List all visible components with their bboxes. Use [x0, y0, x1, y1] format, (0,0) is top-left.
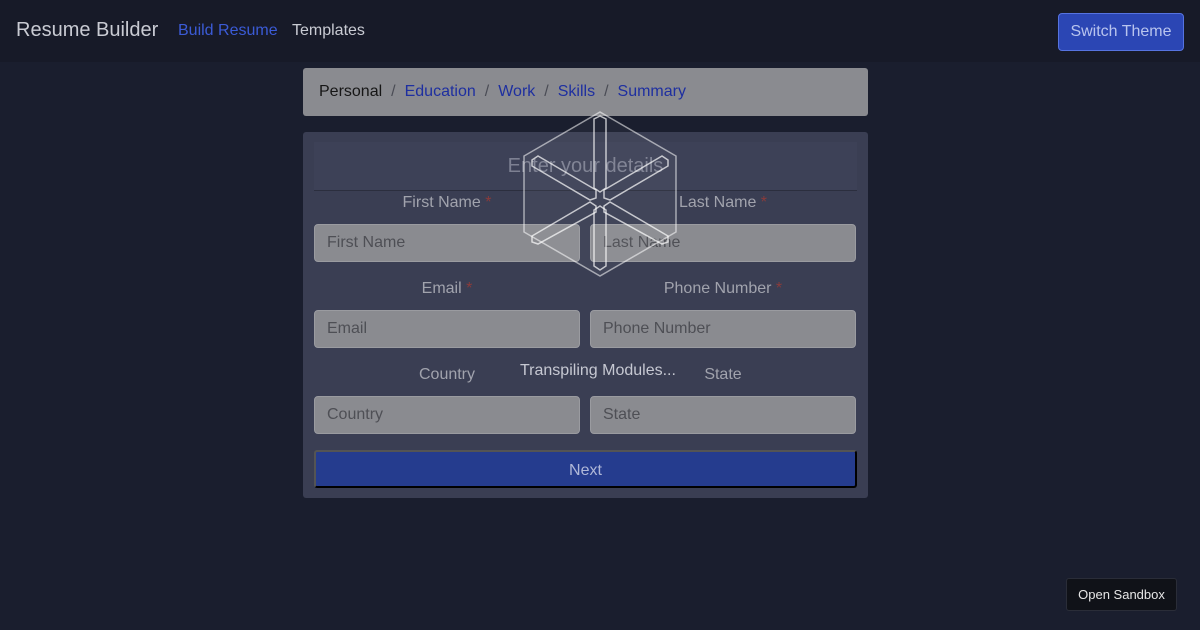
breadcrumb-separator: / — [484, 83, 490, 100]
open-sandbox-button[interactable]: Open Sandbox — [1066, 578, 1177, 611]
breadcrumb-item-skills[interactable]: Skills — [558, 83, 595, 101]
breadcrumb-separator: / — [604, 83, 609, 100]
breadcrumb-item-work[interactable]: Work — [498, 83, 535, 101]
breadcrumb-separator: / — [544, 83, 549, 100]
phone-number-field[interactable]: Phone Number — [590, 310, 856, 348]
breadcrumb-item-education[interactable]: Education — [405, 83, 476, 101]
required-marker: * — [760, 194, 768, 211]
nav-link-templates[interactable]: Templates — [292, 22, 365, 40]
breadcrumb: Personal / Education / Work / Skills / S… — [303, 68, 868, 116]
phone-number-label: Phone Number * — [663, 280, 783, 297]
breadcrumb-item-summary[interactable]: Summary — [618, 83, 686, 101]
top-navbar: Resume Builder Build Resume Templates Sw… — [0, 0, 1200, 62]
nav-link-build-resume[interactable]: Build Resume — [178, 22, 278, 40]
loader-status-text: Transpiling Modules... — [520, 362, 676, 379]
required-marker: * — [775, 280, 783, 297]
cube-icon — [523, 111, 677, 277]
breadcrumb-separator: / — [391, 83, 396, 100]
next-button[interactable]: Next — [314, 450, 857, 488]
required-marker: * — [466, 280, 473, 297]
breadcrumb-item-personal: Personal — [319, 83, 383, 100]
country-field[interactable]: Country — [314, 396, 580, 434]
brand-title[interactable]: Resume Builder — [16, 19, 158, 42]
switch-theme-button[interactable]: Switch Theme — [1058, 13, 1184, 51]
state-field[interactable]: State — [590, 396, 856, 434]
email-field[interactable]: Email — [314, 310, 580, 348]
email-label: Email * — [421, 280, 473, 297]
required-marker: * — [485, 194, 492, 211]
